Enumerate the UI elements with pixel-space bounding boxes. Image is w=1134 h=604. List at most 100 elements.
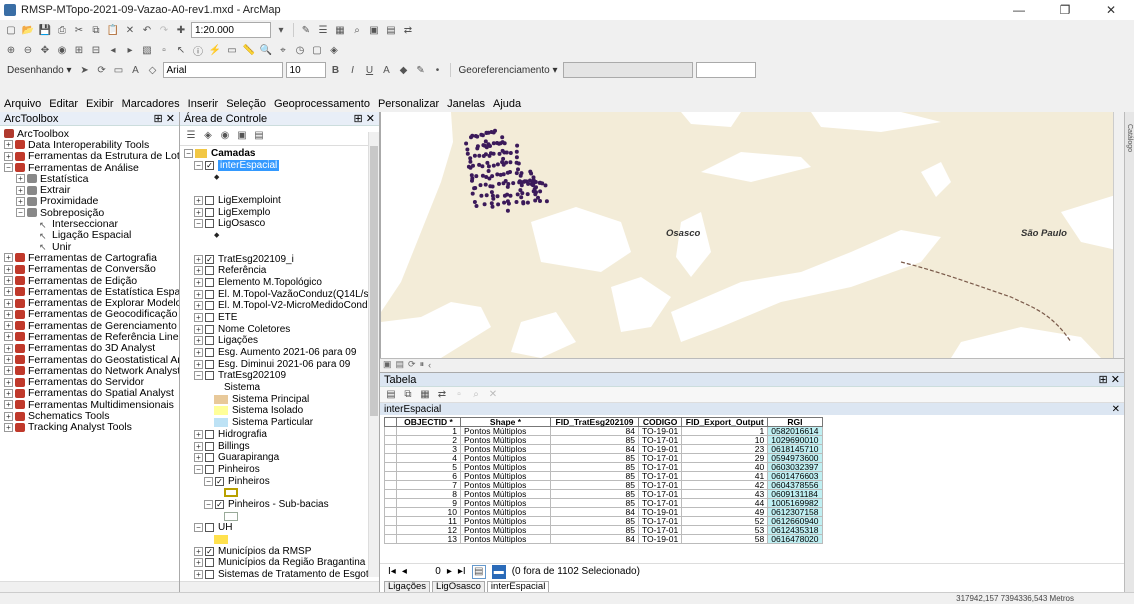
line-color-icon[interactable]: ✎ (414, 63, 428, 77)
table-cell[interactable]: 0616478020 (767, 534, 823, 544)
select-pointer-icon[interactable]: ➤ (78, 63, 92, 77)
scroll-left-icon[interactable]: ‹ (428, 360, 431, 370)
layer-visibility-checkbox[interactable] (205, 570, 214, 580)
georeferencing-menu[interactable]: Georeferenciamento ▾ (456, 65, 561, 76)
layer-item[interactable]: + Billings (180, 440, 379, 452)
expand-icon[interactable]: + (194, 207, 203, 217)
collapse-icon[interactable]: − (204, 499, 213, 509)
toolbox-item[interactable]: + Tracking Analyst Tools (0, 422, 179, 433)
map-horizontal-scrollbar[interactable]: ▣ ▤ ⟳ ⏸ ‹ (380, 358, 1124, 370)
layer-visibility-checkbox[interactable] (205, 371, 214, 381)
collapse-icon[interactable]: − (194, 161, 203, 171)
fixed-zoom-in-icon[interactable]: ⊞ (72, 43, 86, 57)
rotate-icon[interactable]: ⟳ (95, 63, 109, 77)
layer-visibility-checkbox[interactable]: ✓ (205, 254, 214, 264)
column-header[interactable]: OBJECTID * (396, 417, 461, 427)
layer-visibility-checkbox[interactable] (205, 324, 214, 334)
expand-icon[interactable]: + (16, 185, 25, 195)
expand-icon[interactable]: + (194, 301, 203, 311)
georef-value-box[interactable] (696, 62, 757, 78)
switch-selection-icon[interactable]: ⇄ (435, 388, 449, 402)
table-cell[interactable]: 4 (396, 453, 461, 463)
catalog-tab[interactable]: Catálogo (1126, 124, 1133, 152)
expand-icon[interactable]: + (4, 298, 13, 308)
layer-item[interactable] (180, 183, 379, 195)
pane-pin-close-icon[interactable]: ⊞ ✕ (1099, 373, 1121, 386)
font-color-icon[interactable]: A (380, 63, 394, 77)
table-cell[interactable]: 13 (396, 534, 461, 544)
expand-icon[interactable]: + (4, 151, 13, 161)
table-cell[interactable]: 2 (396, 435, 461, 445)
toolbox-item[interactable]: + Ferramentas da Estrutura de Lotes (0, 151, 179, 162)
expand-icon[interactable]: + (4, 287, 13, 297)
layer-visibility-checkbox[interactable] (205, 558, 214, 568)
table-row[interactable]: 13 Pontos Múltiplos 84 TO-19-01 58 0616478020 (384, 534, 823, 544)
pane-pin-close-icon[interactable]: ⊞ ✕ (354, 112, 376, 125)
python-icon[interactable]: ▤ (384, 23, 398, 37)
save-icon[interactable]: 💾 (38, 23, 52, 37)
expand-icon[interactable]: + (194, 289, 203, 299)
collapse-icon[interactable]: − (4, 163, 13, 173)
toc-vertical-scrollbar[interactable] (368, 132, 379, 577)
toolbox-item[interactable]: + Data Interoperability Tools (0, 139, 179, 151)
menu-ajuda[interactable]: Ajuda (493, 98, 521, 110)
row-selector[interactable] (384, 453, 397, 463)
layer-item[interactable] (180, 534, 379, 546)
toolbox-item[interactable]: + Schematics Tools (0, 410, 179, 422)
add-data-icon[interactable]: ✚ (174, 23, 188, 37)
map-vertical-scrollbar[interactable] (1113, 112, 1124, 358)
full-extent-icon[interactable]: ◉ (55, 43, 69, 57)
zoom-out-icon[interactable]: ⊖ (21, 43, 35, 57)
expand-icon[interactable]: + (4, 321, 13, 331)
marker-color-icon[interactable]: • (431, 63, 445, 77)
last-record-button[interactable]: ▸I (458, 566, 466, 577)
layer-item[interactable]: ◆ (180, 171, 379, 183)
new-icon[interactable]: ▢ (4, 23, 18, 37)
layer-item[interactable]: + Nome Coletores (180, 323, 379, 335)
toolbox-item[interactable]: + Ferramentas de Gerenciamento de D (0, 320, 179, 331)
layer-item[interactable]: − ✓ interEspacial (180, 160, 379, 172)
options-icon[interactable]: ▤ (252, 129, 266, 143)
row-selector[interactable] (384, 534, 397, 544)
layer-visibility-checkbox[interactable]: ✓ (215, 476, 224, 486)
expand-icon[interactable]: + (194, 277, 203, 287)
toolbox-item[interactable]: + Proximidade (0, 196, 179, 207)
expand-icon[interactable]: + (4, 140, 13, 150)
layer-item[interactable]: + LigExemploint (180, 195, 379, 207)
toolbox-item[interactable]: + Ferramentas de Cartografia (0, 252, 179, 264)
layer-item[interactable] (180, 487, 379, 499)
row-selector-header[interactable] (384, 417, 397, 427)
toolbox-item[interactable]: + Ferramentas de Edição (0, 275, 179, 286)
toolbox-item[interactable]: + Ferramentas do Network Analyst (0, 365, 179, 377)
table-cell[interactable]: TO-19-01 (637, 534, 683, 544)
layer-visibility-checkbox[interactable] (205, 289, 214, 299)
layer-item[interactable]: + Guarapiranga (180, 452, 379, 464)
expand-icon[interactable]: + (4, 343, 13, 353)
collapse-icon[interactable]: − (194, 523, 203, 533)
layer-item[interactable]: − Camadas (180, 148, 379, 160)
back-icon[interactable]: ◂ (106, 43, 120, 57)
pause-drawing-icon[interactable]: ⏸ (420, 359, 425, 370)
toc-horizontal-scrollbar[interactable] (180, 581, 379, 592)
layer-visibility-checkbox[interactable] (205, 441, 214, 451)
arctoolbox-icon[interactable]: ▣ (367, 23, 381, 37)
print-icon[interactable]: ⎙ (55, 23, 69, 37)
layer-item[interactable]: + El. M.Topol-V2-MicroMedidoConduz(C (180, 300, 379, 312)
undo-icon[interactable]: ↶ (140, 23, 154, 37)
table-cell[interactable]: 3 (396, 444, 461, 454)
maximize-button[interactable]: ❐ (1042, 0, 1088, 20)
list-by-selection-icon[interactable]: ▣ (235, 129, 249, 143)
show-selected-records-icon[interactable]: ▬ (491, 564, 506, 579)
layer-item[interactable]: + El. M.Topol-VazãoConduz(Q14L/s) (180, 288, 379, 300)
underline-icon[interactable]: U (363, 63, 377, 77)
expand-icon[interactable]: + (194, 324, 203, 334)
expand-icon[interactable]: + (4, 309, 13, 319)
italic-icon[interactable]: I (346, 63, 360, 77)
collapse-icon[interactable]: − (194, 219, 203, 229)
expand-icon[interactable]: + (194, 312, 203, 322)
table-cell[interactable]: 8 (396, 489, 461, 499)
georef-layer-select[interactable] (563, 62, 694, 78)
select-elements-icon[interactable]: ↖ (174, 43, 188, 57)
row-selector[interactable] (384, 507, 397, 517)
map-canvas[interactable] (381, 112, 1124, 358)
